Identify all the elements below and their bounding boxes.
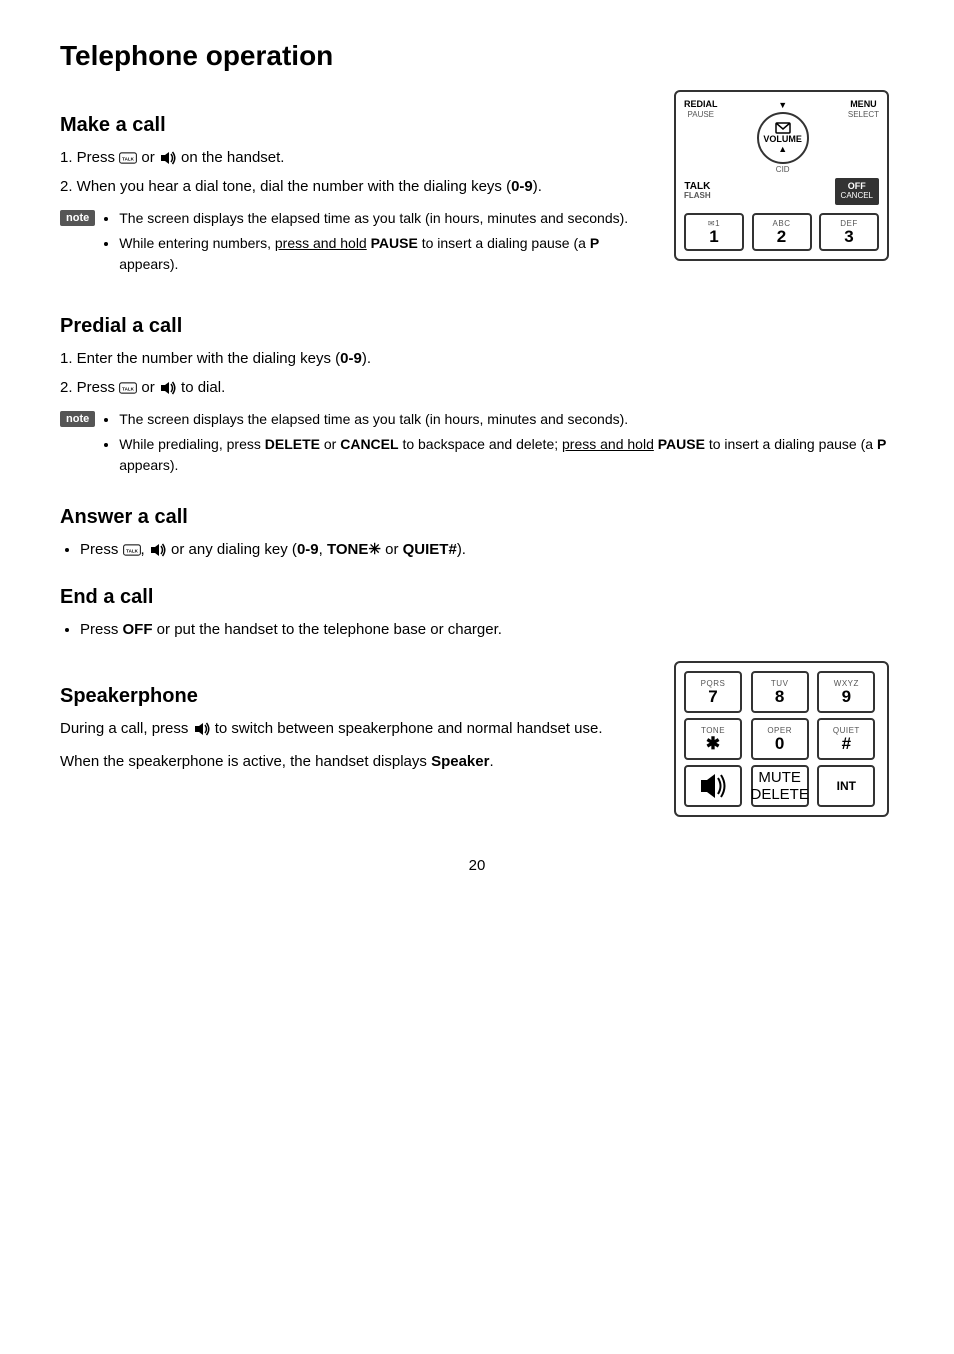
speakerphone-heading: Speakerphone bbox=[60, 685, 644, 708]
top-phone-keys: ✉1 1 ABC 2 DEF 3 bbox=[684, 213, 879, 251]
top-phone-diagram: REDIAL PAUSE ▼ VOLUME ▲ bbox=[674, 90, 894, 261]
key-mute-delete: MUTE DELETE bbox=[751, 765, 809, 807]
predial-note: note The screen displays the elapsed tim… bbox=[60, 409, 894, 482]
page-title: Telephone operation bbox=[60, 40, 894, 72]
make-a-call-section: Make a call 1. Press TALK or on the hand… bbox=[60, 90, 894, 291]
predial-note-bullet-1: The screen displays the elapsed time as … bbox=[119, 409, 894, 430]
predial-heading: Predial a call bbox=[60, 315, 894, 338]
make-a-call-step-2: 2. When you hear a dial tone, dial the n… bbox=[60, 176, 644, 199]
phone-diagram-bottom: PQRS 7 TUV 8 WXYZ 9 TONE ✱ bbox=[674, 661, 889, 817]
speakerphone-left: Speakerphone During a call, press to swi… bbox=[60, 661, 644, 779]
answer-list: Press TALK , or any dialing key (0-9, TO… bbox=[80, 539, 894, 562]
phone-diagram-top: REDIAL PAUSE ▼ VOLUME ▲ bbox=[674, 90, 889, 261]
envelope-icon bbox=[775, 122, 791, 134]
predial-section: Predial a call 1. Enter the number with … bbox=[60, 315, 894, 482]
redial-pause-label: REDIAL PAUSE bbox=[684, 100, 718, 119]
make-a-call-note: note The screen displays the elapsed tim… bbox=[60, 208, 644, 281]
talk-icon-3: TALK bbox=[123, 544, 141, 556]
note-bullet-1-2: While entering numbers, press and hold P… bbox=[119, 233, 644, 275]
end-call-bullet: Press OFF or put the handset to the tele… bbox=[80, 619, 894, 642]
note-bullet-1-1: The screen displays the elapsed time as … bbox=[119, 208, 644, 229]
talk-flash-label: TALK FLASH bbox=[684, 181, 711, 201]
speaker-icon-4 bbox=[193, 722, 211, 736]
svg-text:TALK: TALK bbox=[122, 386, 134, 391]
menu-select-label: MENU SELECT bbox=[848, 100, 879, 119]
svg-text:TALK: TALK bbox=[126, 549, 138, 554]
speakerphone-section: Speakerphone During a call, press to swi… bbox=[60, 661, 894, 817]
speakerphone-para1: During a call, press to switch between s… bbox=[60, 718, 644, 741]
key-speaker bbox=[684, 765, 742, 807]
end-call-heading: End a call bbox=[60, 586, 894, 609]
key-1: ✉1 1 bbox=[684, 213, 744, 251]
volume-center: ▼ VOLUME ▲ CID bbox=[757, 100, 809, 174]
volume-circle: VOLUME ▲ bbox=[757, 112, 809, 164]
speakerphone-para2: When the speakerphone is active, the han… bbox=[60, 751, 644, 774]
make-a-call-step-1: 1. Press TALK or on the handset. bbox=[60, 147, 644, 170]
end-call-section: End a call Press OFF or put the handset … bbox=[60, 586, 894, 642]
speaker-icon-3 bbox=[149, 543, 167, 557]
make-a-call-steps: 1. Press TALK or on the handset. 2. When… bbox=[60, 147, 644, 198]
note-label-2: note bbox=[60, 411, 95, 427]
off-cancel-label: OFF CANCEL bbox=[835, 178, 879, 205]
talk-icon: TALK bbox=[119, 152, 137, 164]
speaker-icon-2 bbox=[159, 381, 177, 395]
answer-section: Answer a call Press TALK , or any dialin… bbox=[60, 506, 894, 562]
answer-heading: Answer a call bbox=[60, 506, 894, 529]
key-9: WXYZ 9 bbox=[817, 671, 875, 713]
key-3: DEF 3 bbox=[819, 213, 879, 251]
predial-step-2: 2. Press TALK or to dial. bbox=[60, 377, 894, 400]
talk-icon-2: TALK bbox=[119, 382, 137, 394]
predial-step-1: 1. Enter the number with the dialing key… bbox=[60, 348, 894, 371]
phone-bottom-talk-off: TALK FLASH OFF CANCEL bbox=[684, 178, 879, 205]
key-quiet-hash: QUIET # bbox=[817, 718, 875, 760]
predial-note-bullet-2: While predialing, press DELETE or CANCEL… bbox=[119, 434, 894, 476]
key-0: OPER 0 bbox=[751, 718, 809, 760]
speaker-icon bbox=[159, 151, 177, 165]
make-a-call-left: Make a call 1. Press TALK or on the hand… bbox=[60, 90, 644, 291]
key-8: TUV 8 bbox=[751, 671, 809, 713]
answer-bullet: Press TALK , or any dialing key (0-9, TO… bbox=[80, 539, 894, 562]
svg-text:TALK: TALK bbox=[122, 157, 134, 162]
bottom-keys-grid: PQRS 7 TUV 8 WXYZ 9 TONE ✱ bbox=[684, 671, 879, 807]
predial-steps: 1. Enter the number with the dialing key… bbox=[60, 348, 894, 399]
key-2: ABC 2 bbox=[752, 213, 812, 251]
bottom-phone-diagram: PQRS 7 TUV 8 WXYZ 9 TONE ✱ bbox=[674, 661, 894, 817]
make-a-call-heading: Make a call bbox=[60, 114, 644, 137]
end-call-list: Press OFF or put the handset to the tele… bbox=[80, 619, 894, 642]
note-content-2: The screen displays the elapsed time as … bbox=[103, 409, 894, 482]
key-int: INT bbox=[817, 765, 875, 807]
note-label-1: note bbox=[60, 210, 95, 226]
speaker-key-icon bbox=[697, 772, 729, 800]
key-tone-star: TONE ✱ bbox=[684, 718, 742, 760]
key-7: PQRS 7 bbox=[684, 671, 742, 713]
page-number: 20 bbox=[60, 857, 894, 874]
note-content-1: The screen displays the elapsed time as … bbox=[103, 208, 644, 281]
